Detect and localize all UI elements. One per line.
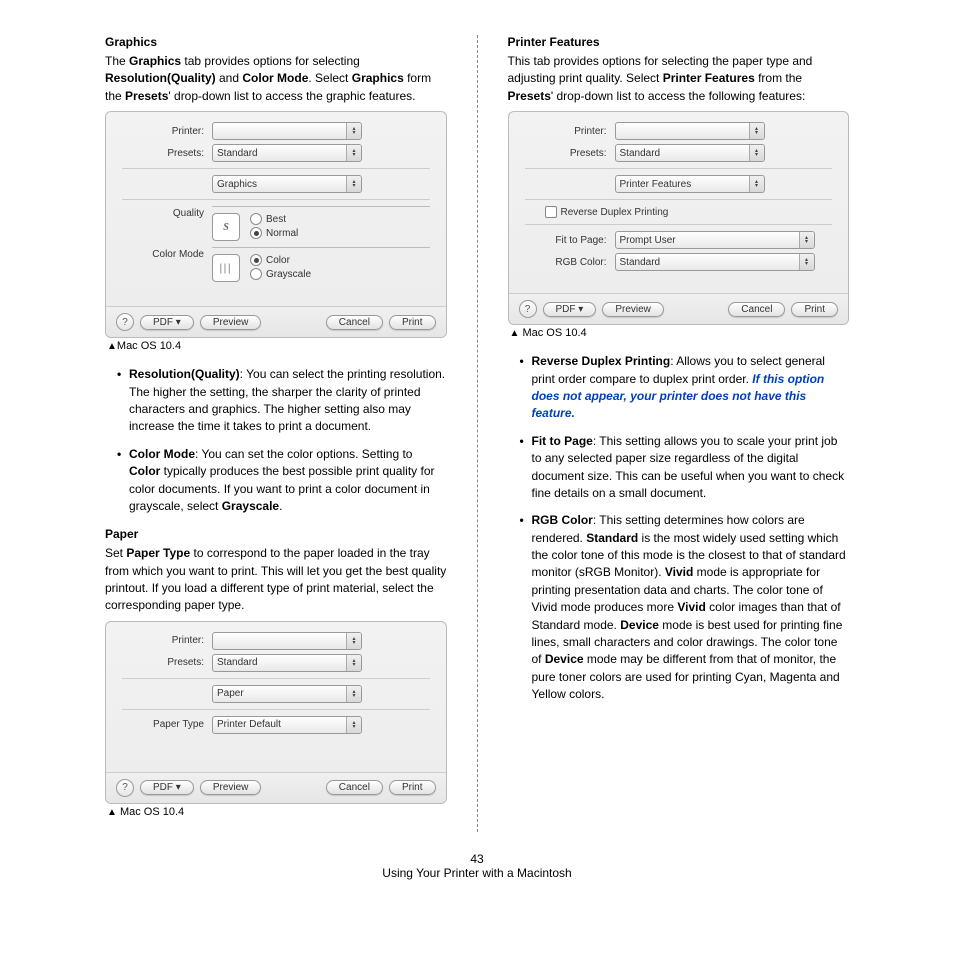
left-column: Graphics The Graphics tab provides optio…: [105, 35, 472, 832]
section-select[interactable]: Graphics▴▾: [212, 175, 362, 193]
printer-features-bullets: Reverse Duplex Printing: Allows you to s…: [508, 353, 850, 703]
section-select[interactable]: Printer Features▴▾: [615, 175, 765, 193]
rgb-select[interactable]: Standard▴▾: [615, 253, 815, 271]
reverse-duplex-checkbox[interactable]: Reverse Duplex Printing: [545, 206, 833, 218]
chevron-updown-icon: ▴▾: [799, 254, 814, 270]
graphics-intro: The Graphics tab provides options for se…: [105, 53, 447, 105]
presets-select[interactable]: Standard▴▾: [212, 654, 362, 672]
page-footer-text: Using Your Printer with a Macintosh: [105, 866, 849, 880]
cancel-button[interactable]: Cancel: [728, 302, 785, 317]
chevron-updown-icon: ▴▾: [346, 717, 361, 733]
presets-label: Presets:: [122, 148, 212, 159]
chevron-updown-icon: ▴▾: [346, 686, 361, 702]
caption: ▲Mac OS 10.4: [107, 340, 447, 352]
help-button[interactable]: ?: [116, 779, 134, 797]
radio-color[interactable]: Color: [250, 254, 311, 266]
preview-button[interactable]: Preview: [200, 780, 262, 795]
papertype-select[interactable]: Printer Default▴▾: [212, 716, 362, 734]
right-column: Printer Features This tab provides optio…: [483, 35, 850, 832]
radio-grayscale[interactable]: Grayscale: [250, 268, 311, 280]
paper-intro: Set Paper Type to correspond to the pape…: [105, 545, 447, 615]
quality-icon: S: [212, 213, 240, 241]
help-button[interactable]: ?: [519, 300, 537, 318]
chevron-updown-icon: ▴▾: [346, 123, 361, 139]
printer-select[interactable]: ▴▾: [212, 122, 362, 140]
chevron-updown-icon: ▴▾: [799, 232, 814, 248]
pdf-button[interactable]: PDF ▾: [140, 780, 194, 795]
print-button[interactable]: Print: [389, 315, 436, 330]
fit-select[interactable]: Prompt User▴▾: [615, 231, 815, 249]
chevron-updown-icon: ▴▾: [346, 655, 361, 671]
print-button[interactable]: Print: [389, 780, 436, 795]
cancel-button[interactable]: Cancel: [326, 315, 383, 330]
radio-best[interactable]: Best: [250, 213, 298, 225]
chevron-updown-icon: ▴▾: [749, 145, 764, 161]
printer-features-intro: This tab provides options for selecting …: [508, 53, 850, 105]
graphics-dialog: Printer: ▴▾ Presets: Standard▴▾ Graphics…: [105, 111, 447, 338]
printer-features-dialog: Printer: ▴▾ Presets: Standard▴▾ Printer …: [508, 111, 850, 325]
chevron-updown-icon: ▴▾: [749, 176, 764, 192]
section-select[interactable]: Paper▴▾: [212, 685, 362, 703]
graphics-heading: Graphics: [105, 35, 447, 49]
preview-button[interactable]: Preview: [200, 315, 262, 330]
caption: ▲ Mac OS 10.4: [510, 327, 850, 339]
paper-heading: Paper: [105, 527, 447, 541]
page-number: 43: [105, 852, 849, 866]
pdf-button[interactable]: PDF ▾: [543, 302, 597, 317]
radio-normal[interactable]: Normal: [250, 227, 298, 239]
printer-select[interactable]: ▴▾: [212, 632, 362, 650]
page-footer: 43 Using Your Printer with a Macintosh: [105, 852, 849, 880]
chevron-updown-icon: ▴▾: [346, 145, 361, 161]
cancel-button[interactable]: Cancel: [326, 780, 383, 795]
paper-dialog: Printer: ▴▾ Presets: Standard▴▾ Paper▴▾: [105, 621, 447, 804]
printer-select[interactable]: ▴▾: [615, 122, 765, 140]
chevron-updown-icon: ▴▾: [346, 176, 361, 192]
column-divider: [477, 35, 478, 832]
colormode-label: Color Mode: [122, 247, 212, 282]
presets-select[interactable]: Standard▴▾: [615, 144, 765, 162]
help-button[interactable]: ?: [116, 313, 134, 331]
caption: ▲ Mac OS 10.4: [107, 806, 447, 818]
checkbox-icon: [545, 206, 557, 218]
quality-label: Quality: [122, 206, 212, 241]
presets-select[interactable]: Standard▴▾: [212, 144, 362, 162]
pdf-button[interactable]: PDF ▾: [140, 315, 194, 330]
printer-features-heading: Printer Features: [508, 35, 850, 49]
chevron-updown-icon: ▴▾: [346, 633, 361, 649]
chevron-updown-icon: ▴▾: [749, 123, 764, 139]
printer-label: Printer:: [122, 126, 212, 137]
preview-button[interactable]: Preview: [602, 302, 664, 317]
graphics-bullets: Resolution(Quality): You can select the …: [105, 366, 447, 515]
print-button[interactable]: Print: [791, 302, 838, 317]
colormode-icon: |||: [212, 254, 240, 282]
